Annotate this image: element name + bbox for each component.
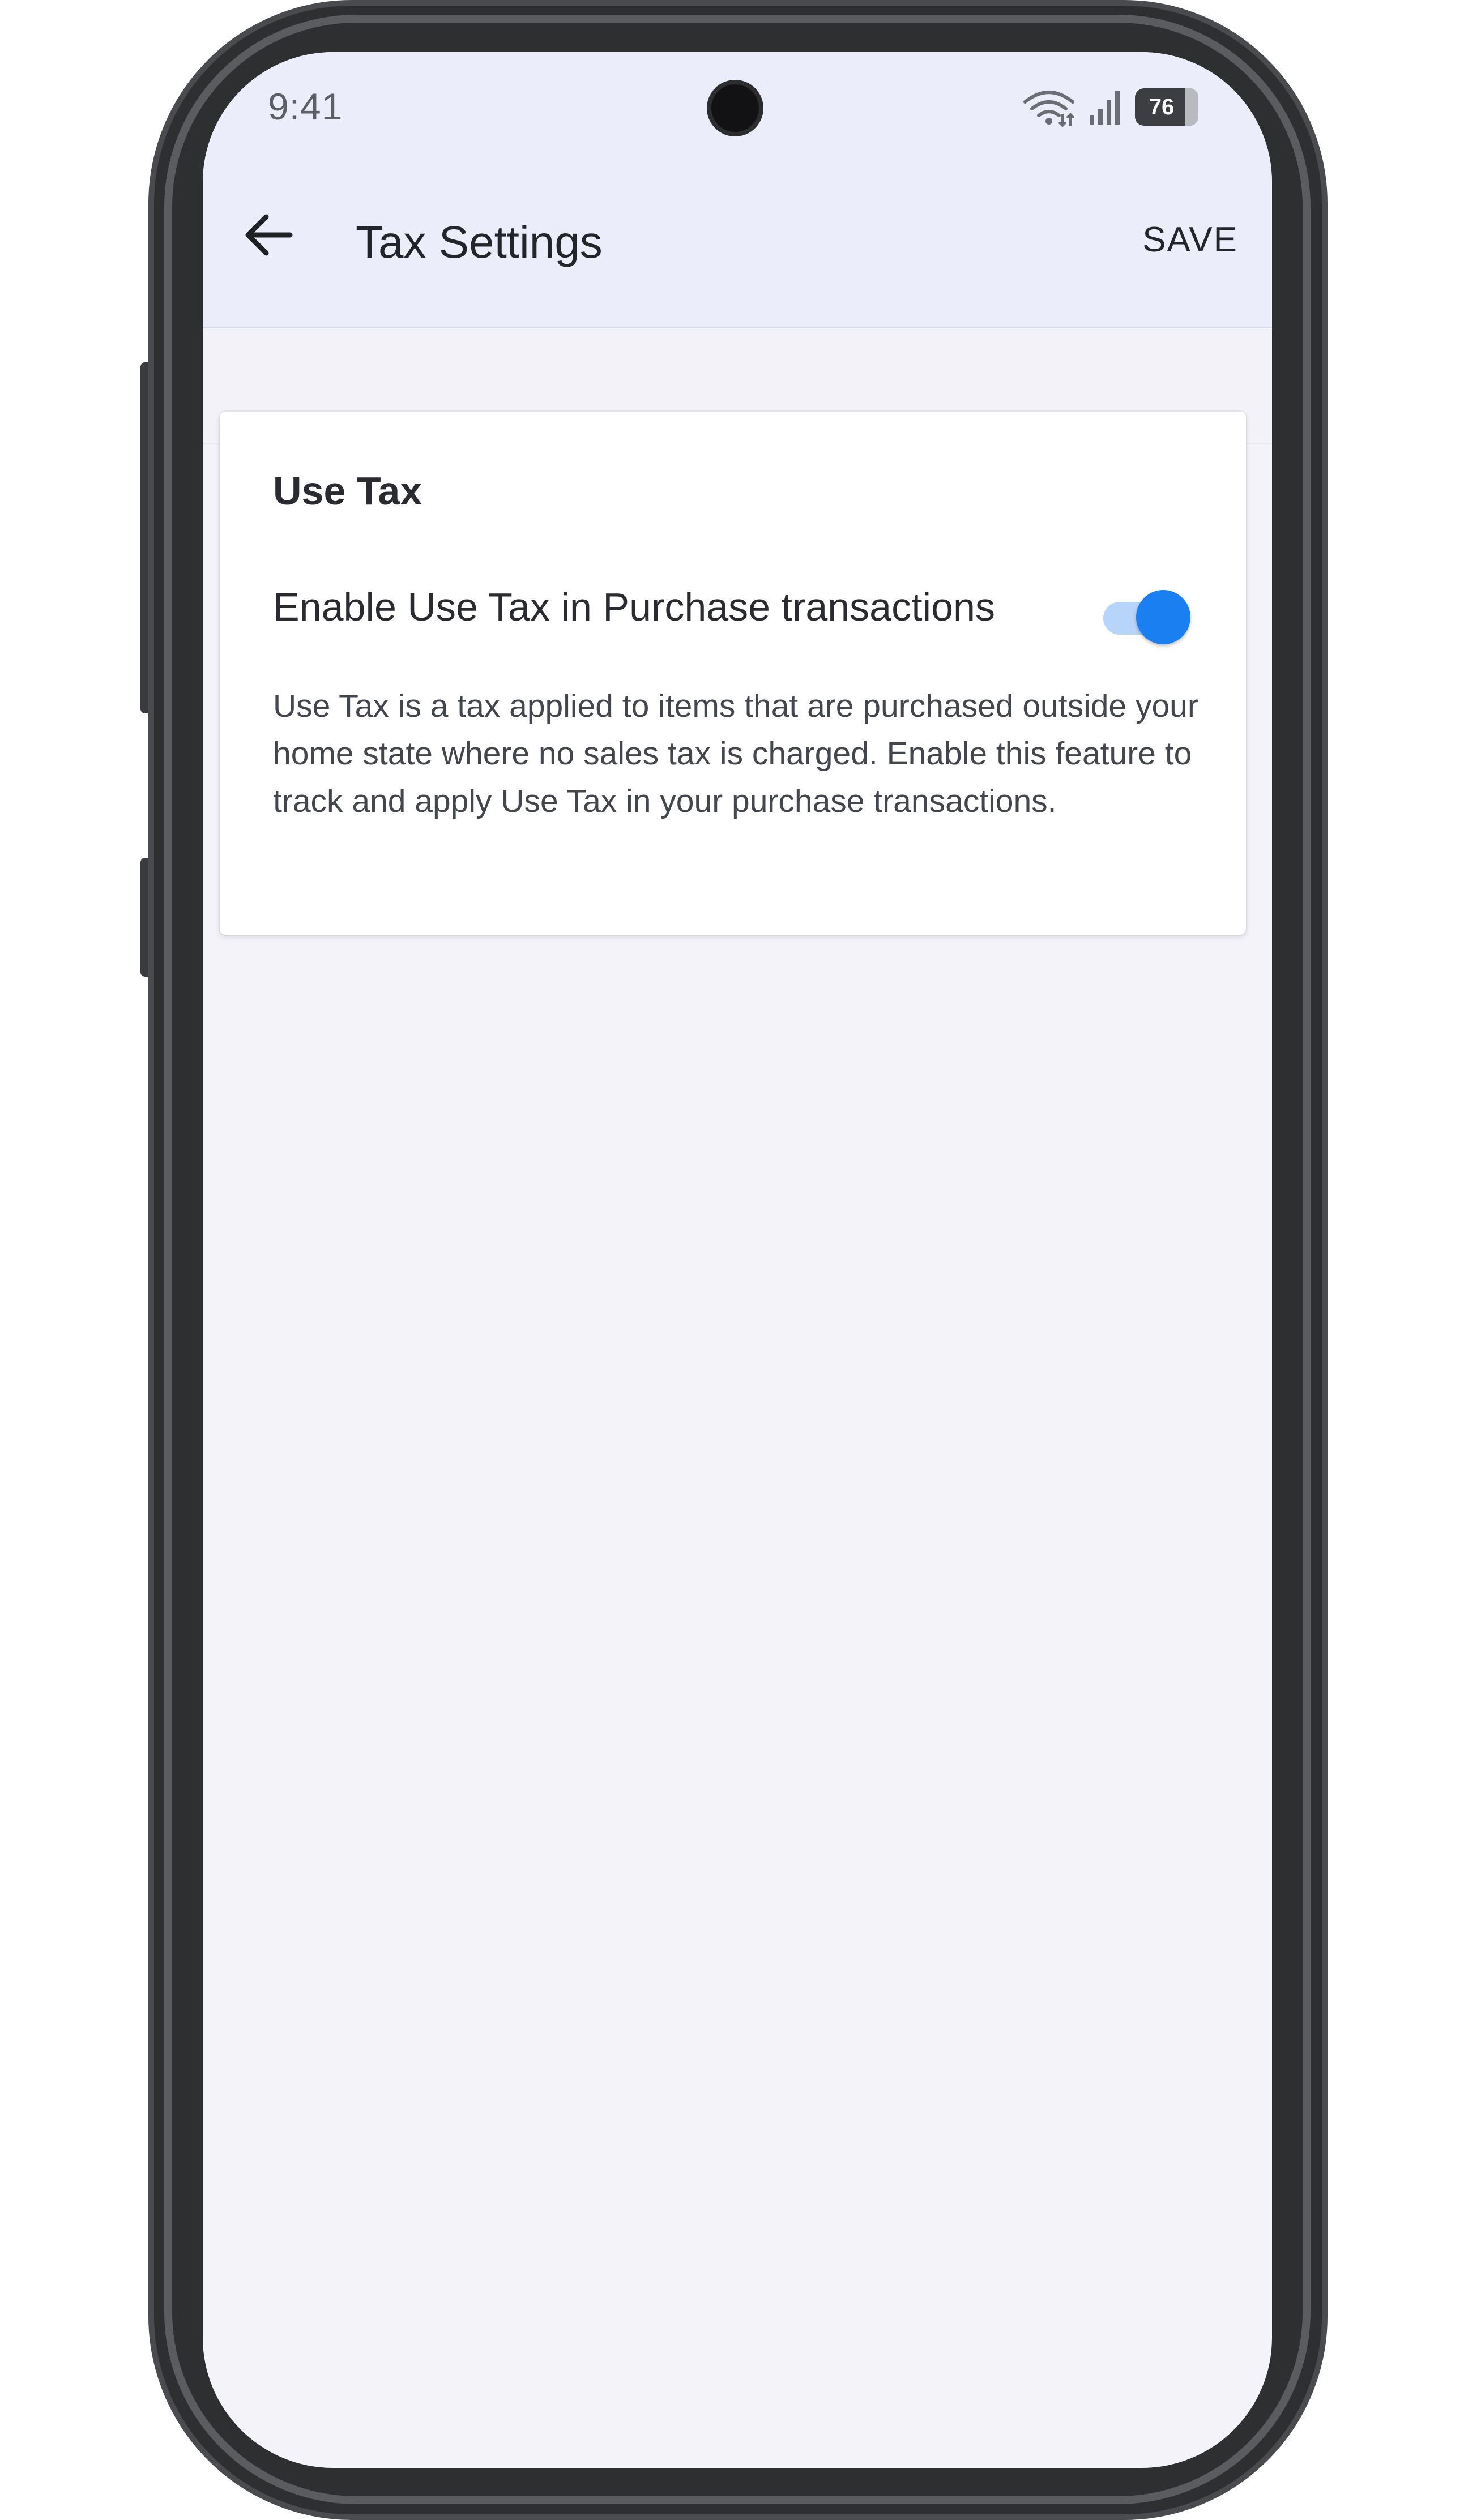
wifi-icon [1023,91,1075,127]
use-tax-description: Use Tax is a tax applied to items that a… [273,688,1198,819]
use-tax-toggle-label: Enable Use Tax in Purchase transactions [273,585,995,629]
use-tax-card: Use Tax Enable Use Tax in Purchase trans… [220,412,1246,935]
page-title: Tax Settings [356,217,603,267]
status-bar: 9:41 76 [203,52,1272,154]
toggle-thumb [1136,590,1190,644]
front-camera [711,84,759,132]
use-tax-toggle[interactable] [1103,581,1194,644]
status-time: 9:41 [268,85,343,127]
device-mockup: 9:41 76 Tax Settings SAVE Use Tax Enable… [0,0,1464,2520]
battery-level: 76 [1149,94,1175,119]
card-title: Use Tax [273,469,422,513]
phone-screen: 9:41 76 Tax Settings SAVE Use Tax Enable… [203,52,1272,2468]
status-icons: 76 [1022,87,1198,127]
arrow-left-icon [245,214,293,256]
app-bar: Tax Settings SAVE [203,154,1272,328]
back-button[interactable] [238,204,300,266]
cellular-signal-icon [1090,91,1120,125]
battery-icon: 76 [1135,88,1198,126]
save-button[interactable]: SAVE [1142,220,1238,260]
